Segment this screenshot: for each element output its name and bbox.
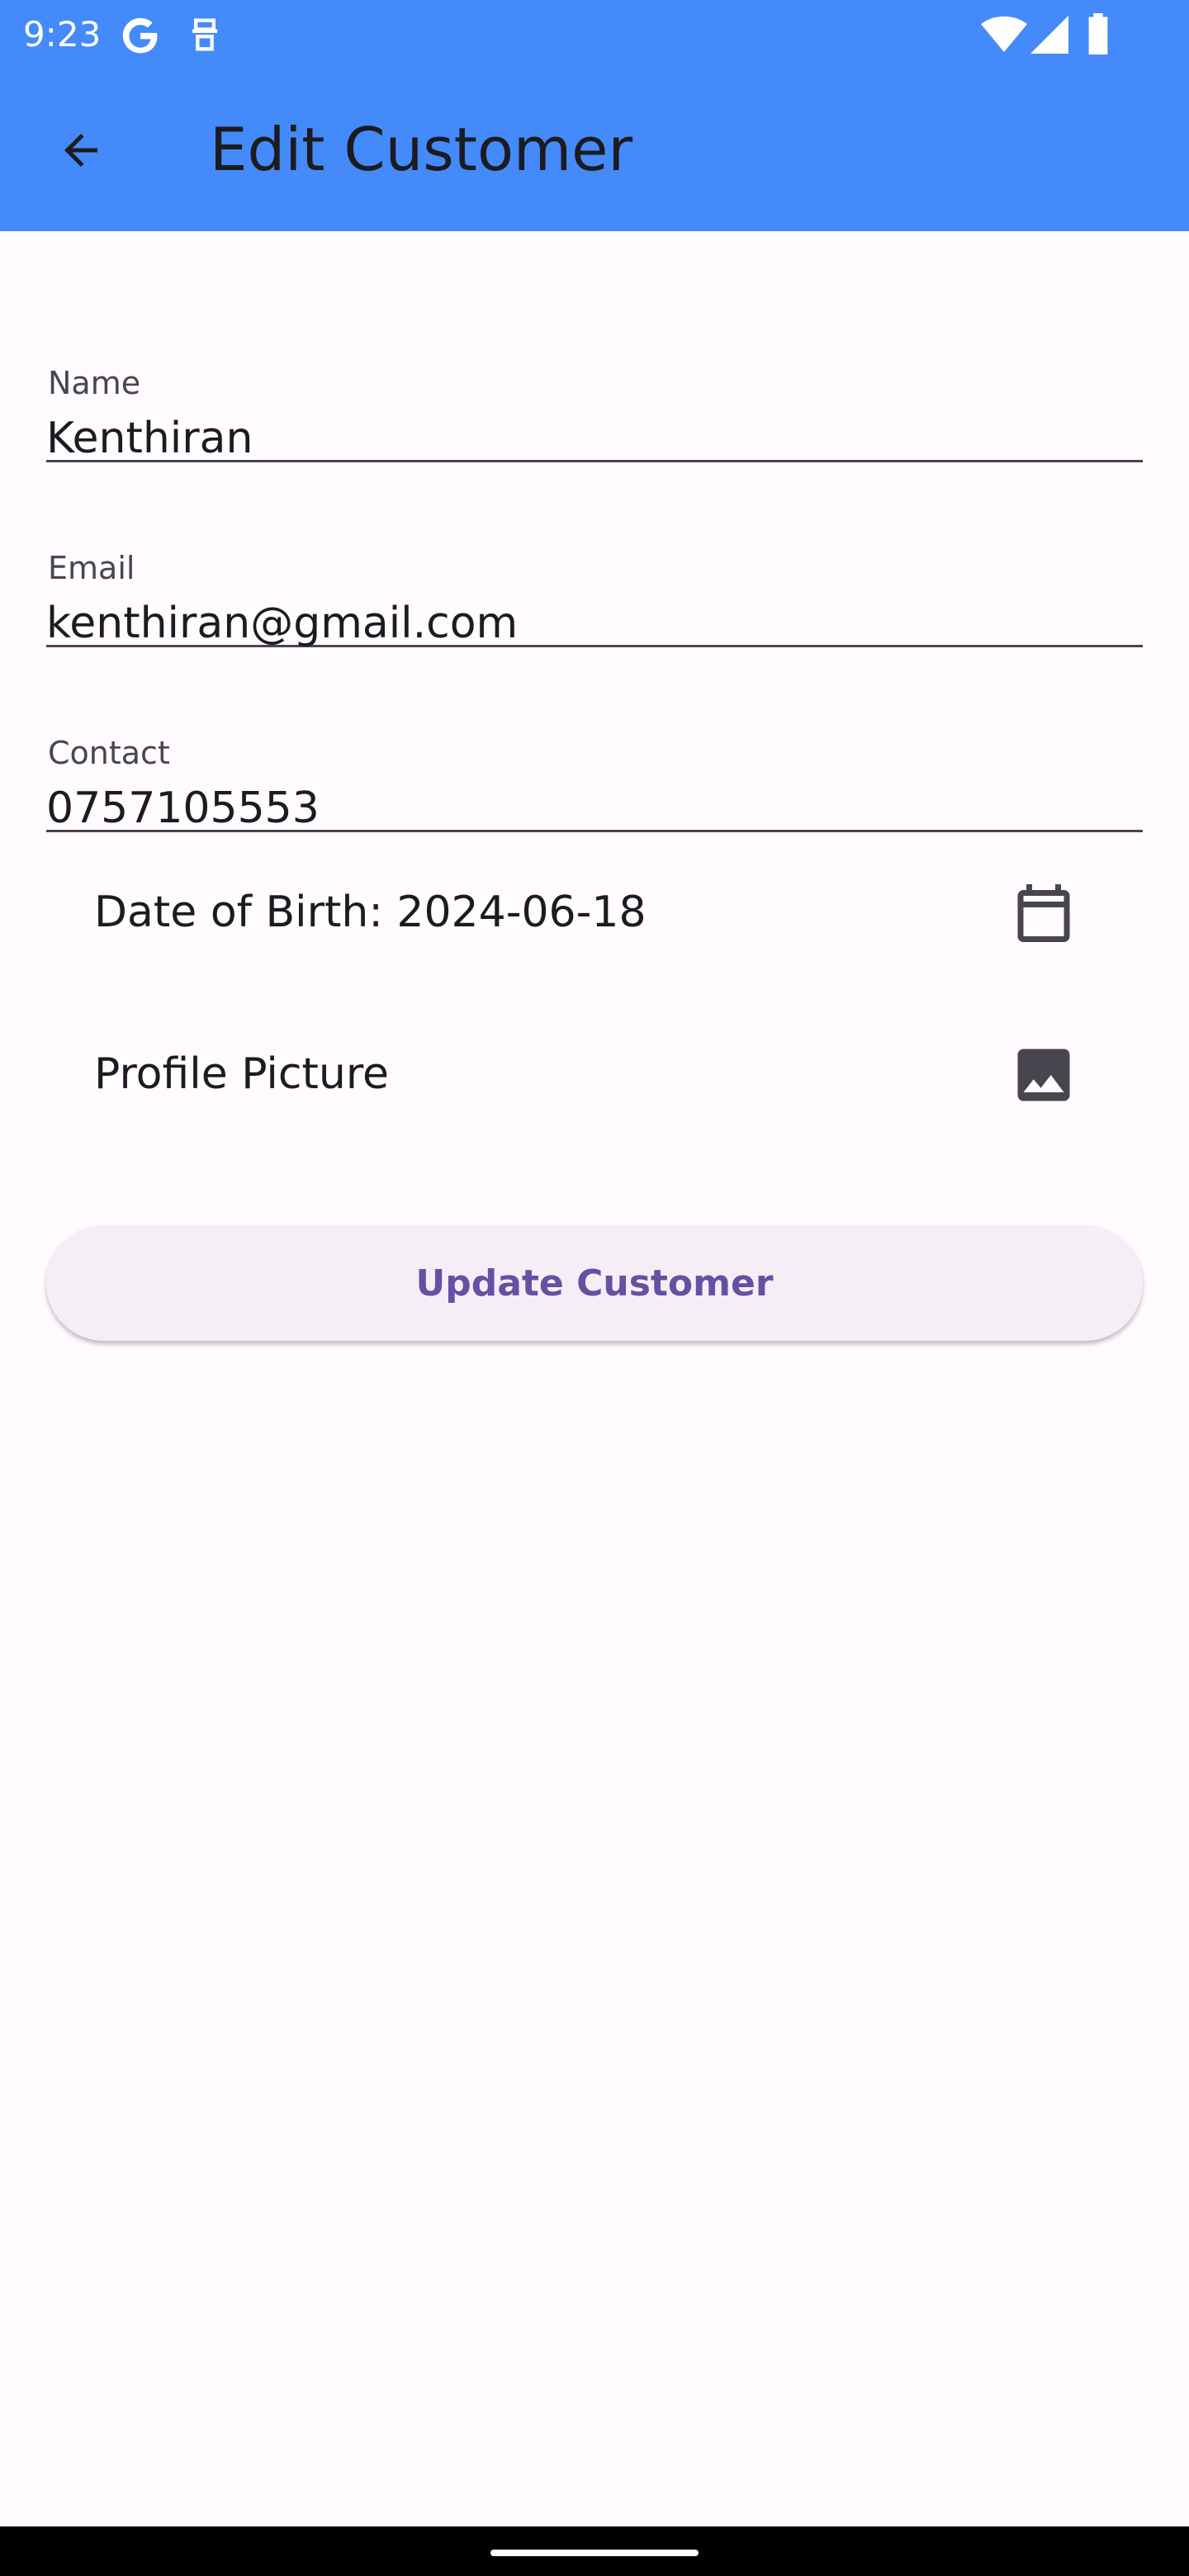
battery-icon xyxy=(1088,13,1108,54)
image-picker-button[interactable] xyxy=(1004,1035,1083,1115)
name-label: Name xyxy=(48,365,141,401)
name-input[interactable] xyxy=(46,410,1120,467)
status-time: 9:23 xyxy=(23,14,102,54)
contact-field[interactable]: Contact xyxy=(46,647,1143,837)
accessibility-icon xyxy=(192,18,218,51)
status-bar: 9:23 xyxy=(0,0,1189,69)
contact-label: Contact xyxy=(48,735,170,771)
email-label: Email xyxy=(48,550,135,586)
page-title: Edit Customer xyxy=(210,115,633,184)
image-icon xyxy=(1017,1049,1070,1101)
calendar-button[interactable] xyxy=(1004,874,1083,953)
app-bar: 9:23 Edit Customer xyxy=(0,0,1189,231)
update-customer-button[interactable]: Update Customer xyxy=(46,1225,1143,1341)
google-icon xyxy=(122,17,159,54)
calendar-icon xyxy=(1017,884,1070,942)
arrow-back-icon xyxy=(64,134,97,167)
signal-icon xyxy=(1030,16,1068,54)
contact-input[interactable] xyxy=(46,779,1120,837)
name-field[interactable]: Name xyxy=(46,277,1143,467)
home-handle[interactable] xyxy=(490,2550,699,2556)
wifi-icon xyxy=(981,16,1027,52)
email-input[interactable] xyxy=(46,594,1120,652)
email-field[interactable]: Email xyxy=(46,462,1143,652)
back-button[interactable] xyxy=(33,102,129,198)
profile-picture-text: Profile Picture xyxy=(94,1049,390,1099)
date-of-birth-row[interactable]: Date of Birth: 2024-06-18 xyxy=(46,832,1143,994)
date-of-birth-text: Date of Birth: 2024-06-18 xyxy=(94,888,647,937)
profile-picture-row[interactable]: Profile Picture xyxy=(46,994,1143,1156)
